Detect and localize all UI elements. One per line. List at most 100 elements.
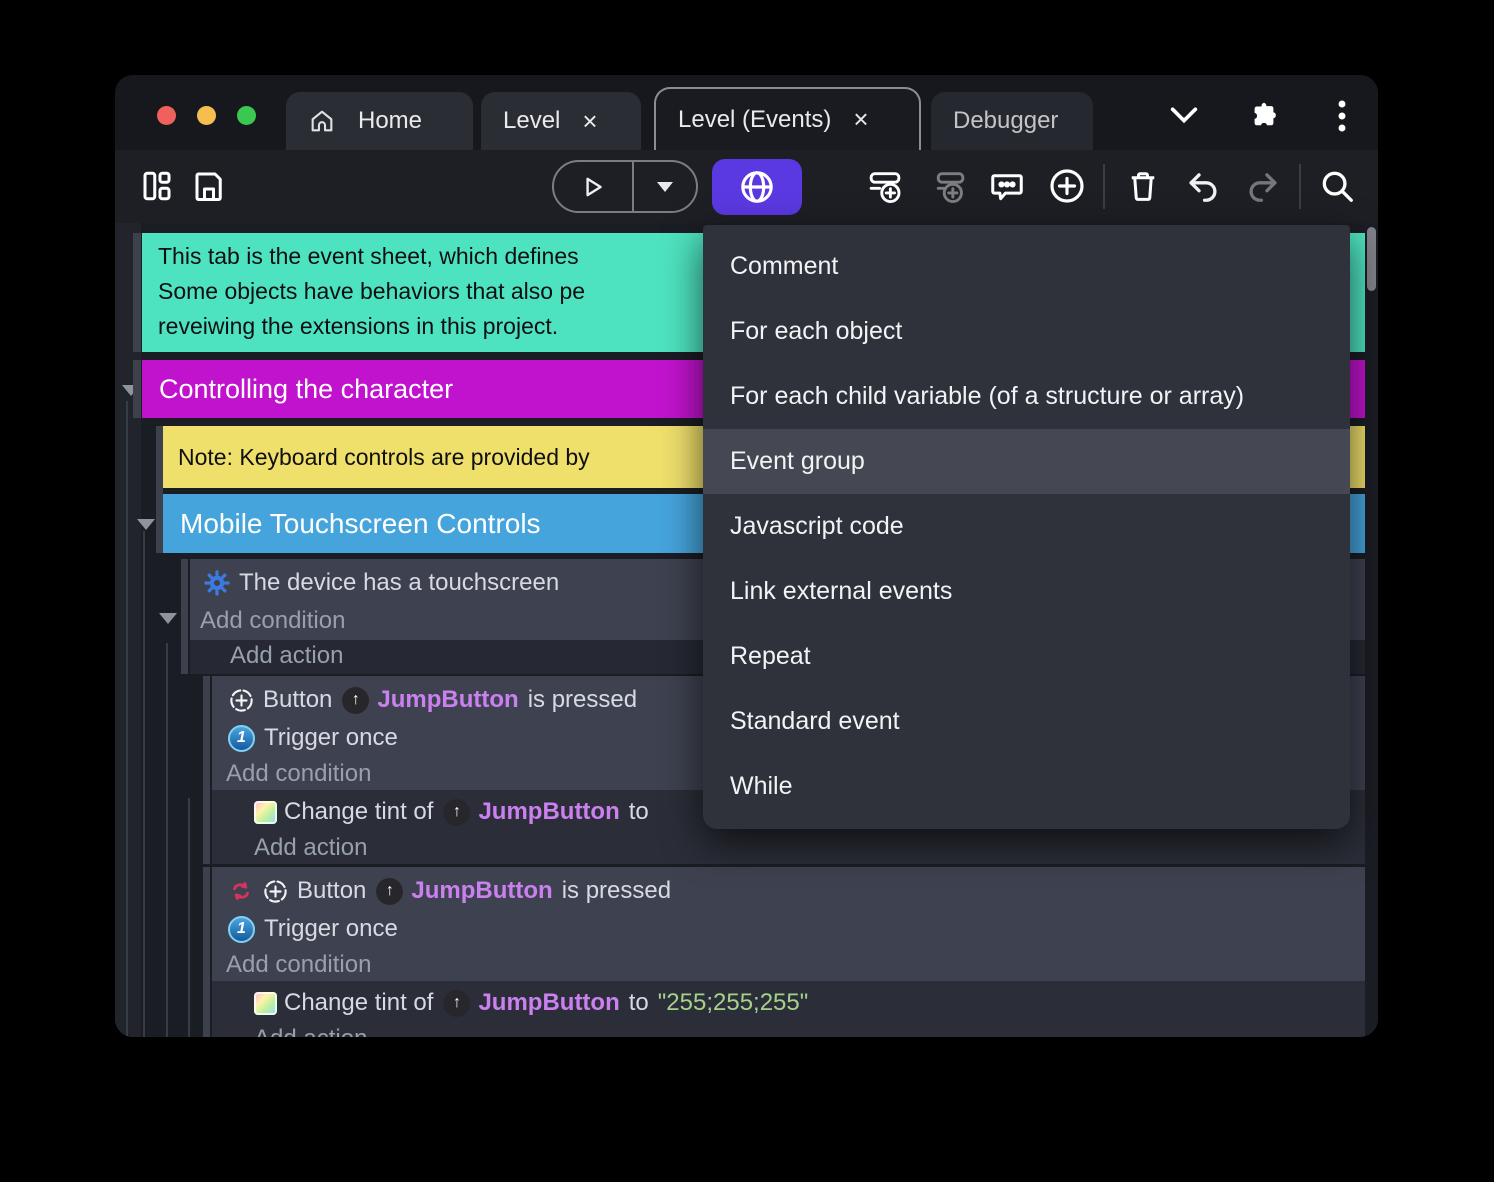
menu-item-for-each-child-variable-of-a-structure-or-array[interactable]: For each child variable (of a structure … [703,364,1350,429]
tab-home[interactable]: Home [286,92,473,150]
dpad-button-icon [262,878,289,905]
add-event-button[interactable] [863,164,907,208]
invert-condition-icon [228,878,254,904]
action-text: Change tint of [284,798,434,825]
minimize-window-button[interactable] [197,106,216,125]
delete-button[interactable] [1121,164,1165,208]
drag-handle[interactable] [203,867,210,1037]
tab-level[interactable]: Level × [481,92,641,150]
add-comment-button[interactable] [985,164,1029,208]
redo-button[interactable] [1241,164,1285,208]
object-name: JumpButton [478,989,620,1016]
add-condition-link[interactable]: Add condition [226,760,371,788]
menu-item-repeat[interactable]: Repeat [703,624,1350,689]
object-name: JumpButton [478,798,620,825]
drag-handle[interactable] [156,426,163,553]
search-button[interactable] [1315,164,1359,208]
toolbar-divider [1103,164,1105,209]
undo-icon [1189,173,1217,202]
dropdown-caret-icon [657,181,673,192]
add-event-type-button[interactable] [712,159,802,215]
save-icon[interactable] [187,164,231,208]
menu-item-standard-event[interactable]: Standard event [703,689,1350,754]
scrollbar-thumb[interactable] [1367,227,1376,291]
action-text: to [628,798,649,825]
add-subevent-button[interactable] [927,164,971,208]
add-action-link[interactable]: Add action [254,1025,367,1037]
condition-text: Trigger once [264,915,398,942]
choose-event-button[interactable] [1045,164,1089,208]
dpad-button-icon [228,687,255,714]
note-text: Note: Keyboard controls are provided by [178,443,590,470]
group-title: Mobile Touchscreen Controls [180,507,541,539]
play-icon [586,177,602,196]
menu-item-javascript-code[interactable]: Javascript code [703,494,1350,559]
drag-handle[interactable] [203,676,210,864]
close-tab-icon[interactable]: × [853,104,868,135]
menu-item-for-each-object[interactable]: For each object [703,299,1350,364]
drag-handle[interactable] [181,559,188,674]
menu-item-link-external-events[interactable]: Link external events [703,559,1350,624]
chevron-down-icon[interactable] [1167,103,1201,132]
add-condition-link[interactable]: Add condition [226,951,371,979]
object-thumbnail-icon: ↑ [443,989,471,1017]
behavior-name: Button [297,877,367,904]
preview-options-button[interactable] [634,162,696,211]
gear-icon [203,569,231,597]
add-action-link[interactable]: Add action [230,642,343,670]
event-jump-pressed-2[interactable]: Button ↑ JumpButton is pressed 1 Trigger… [212,867,1365,981]
behavior-name: Button [263,686,333,713]
add-action-link[interactable]: Add action [254,834,367,862]
close-window-button[interactable] [157,106,176,125]
titlebar: Home Level × Level (Events) × Debugger [115,75,1378,150]
puzzle-icon[interactable] [1247,99,1279,136]
menu-item-event-group[interactable]: Event group [703,429,1350,494]
search-icon [1322,171,1353,202]
add-subevent-icon [936,172,965,203]
kebab-menu-icon[interactable] [1337,100,1347,137]
action-text: Change tint of [284,989,434,1016]
indent-guide [166,643,168,1037]
action-value: "255;255;255" [657,989,809,1016]
collapse-arrow[interactable] [137,519,155,530]
tint-icon [254,800,277,824]
object-thumbnail-icon: ↑ [342,686,370,714]
collapse-arrow[interactable] [159,613,177,624]
condition-text: is pressed [527,686,638,713]
actions-jump-2[interactable]: Change tint of ↑ JumpButton to "255;255;… [212,981,1365,1037]
tab-debugger[interactable]: Debugger [931,92,1093,150]
tab-level-events[interactable]: Level (Events) × [654,87,921,150]
group-title: Controlling the character [159,373,454,404]
tab-label: Level [503,107,561,134]
zoom-window-button[interactable] [237,106,256,125]
indent-guide [188,798,190,1037]
plus-circle-icon [1050,169,1084,203]
tint-icon [254,991,277,1015]
play-button[interactable] [554,162,632,211]
layout-panel-icon[interactable] [135,164,179,208]
tab-label: Home [358,107,423,134]
app-window: Home Level × Level (Events) × Debugger T… [115,75,1378,1037]
menu-item-comment[interactable]: Comment [703,234,1350,299]
close-tab-icon[interactable]: × [582,106,597,137]
condition-text: The device has a touchscreen [239,569,560,596]
trigger-once-icon: 1 [228,915,255,943]
condition-text: Trigger once [264,724,398,751]
object-name: JumpButton [377,686,519,713]
undo-button[interactable] [1181,164,1225,208]
indent-guide [143,531,145,1037]
object-thumbnail-icon: ↑ [443,798,471,826]
toolbar [115,150,1378,223]
object-thumbnail-icon: ↑ [376,877,404,905]
globe-icon [741,171,773,203]
condition-text: is pressed [561,877,672,904]
drag-handle[interactable] [133,360,141,418]
add-event-icon [869,172,901,203]
drag-handle[interactable] [133,233,141,352]
add-condition-link[interactable]: Add condition [200,607,345,635]
tab-label: Debugger [953,107,1059,134]
menu-item-while[interactable]: While [703,754,1350,819]
trash-icon [1131,172,1155,201]
toolbar-divider [1299,164,1301,209]
redo-icon [1249,173,1277,202]
